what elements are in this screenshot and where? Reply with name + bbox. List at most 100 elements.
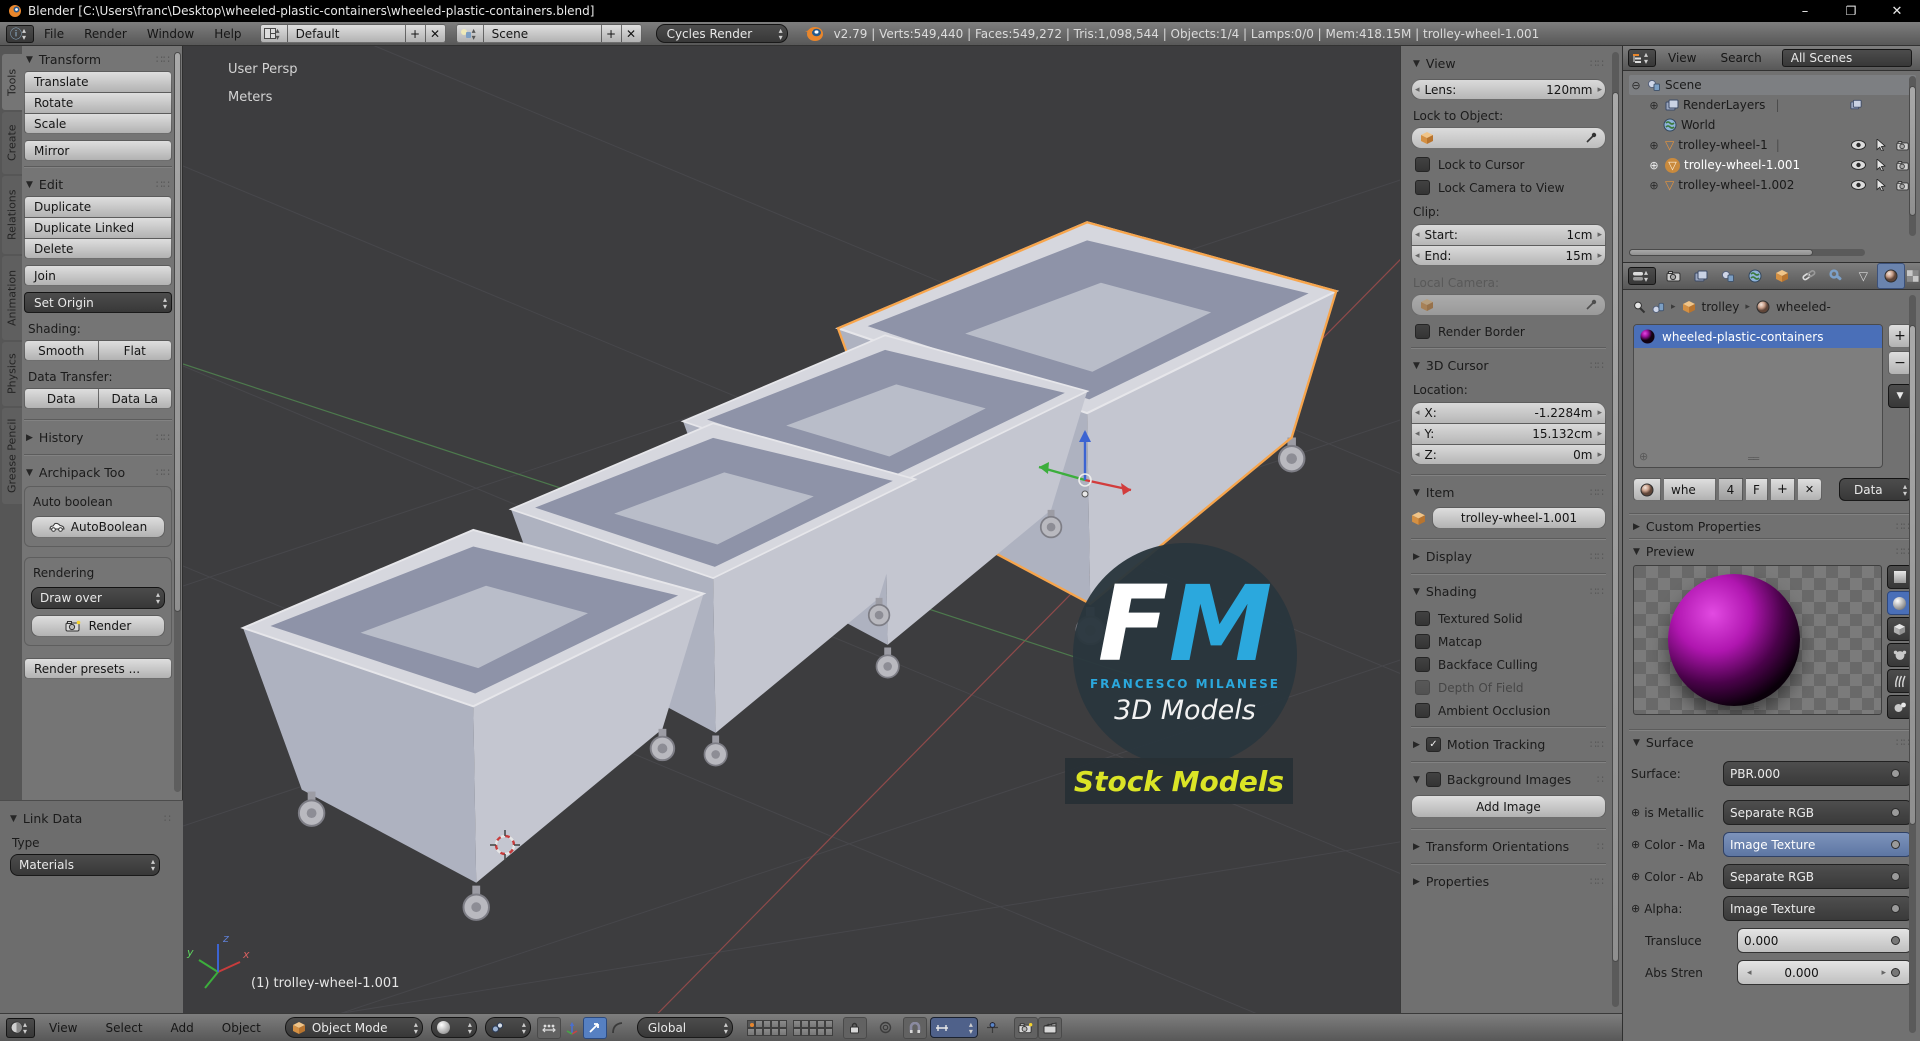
background-images-checkbox[interactable] (1425, 772, 1441, 787)
color-ab-input-dropdown[interactable]: Separate RGB (1723, 864, 1912, 889)
layer-cell[interactable] (800, 1019, 809, 1028)
layer-cell[interactable] (762, 1019, 771, 1028)
tab-material-active[interactable] (1877, 263, 1906, 289)
panel-grip[interactable]: ∷∷ (156, 178, 170, 191)
tab-relations[interactable]: Relations (2, 176, 22, 254)
unlink-material-button[interactable]: ✕ (1798, 478, 1822, 501)
outliner-vscrollbar[interactable] (1909, 76, 1916, 236)
panel-header-motion-tracking[interactable]: ▶ ✓ Motion Tracking ∷∷ (1411, 733, 1606, 756)
material-slot-selected[interactable]: wheeled-plastic-containers (1634, 325, 1882, 348)
panel-header-transform-orientations[interactable]: ▶ Transform Orientations ∷ (1411, 835, 1606, 858)
renderability-camera-icon[interactable] (1896, 160, 1910, 171)
outliner-hscrollbar[interactable] (1629, 249, 1865, 256)
metallic-input-dropdown[interactable]: Separate RGB (1723, 800, 1912, 825)
manipulator-center-toggle[interactable] (536, 1016, 561, 1039)
layer-cell[interactable] (800, 1027, 809, 1036)
visibility-eye-icon[interactable] (1851, 140, 1866, 150)
screen-layout-icon-button[interactable]: ▴ ▾ (259, 24, 288, 43)
tab-create[interactable]: Create (2, 112, 22, 174)
panel-header-view[interactable]: ▼ View ∷∷ (1411, 52, 1606, 75)
lock-to-scene-button[interactable] (842, 1016, 867, 1039)
delete-scene-button[interactable]: ✕ (621, 24, 642, 43)
panel-grip[interactable]: ∷∷ (1896, 736, 1910, 749)
proportional-edit-dropdown[interactable] (875, 1018, 897, 1038)
material-name-field[interactable]: whe (1664, 478, 1716, 501)
preview-resize-grip[interactable]: ══ (1748, 703, 1759, 714)
manipulator-move-button-active[interactable] (582, 1016, 607, 1039)
editor-type-properties-button[interactable]: ▴ ▾ (1628, 267, 1657, 285)
datablock-mode-dropdown[interactable]: Data ▴ ▾ (1839, 478, 1912, 501)
viewport-menu-object[interactable]: Object (208, 1021, 275, 1035)
snap-toggle-button[interactable] (902, 1016, 927, 1039)
motion-tracking-checkbox[interactable]: ✓ (1425, 737, 1441, 752)
panel-header-archipack[interactable]: ▼ Archipack Too ∷∷ (24, 461, 172, 484)
layer-cell[interactable] (824, 1019, 833, 1028)
cursor-z-slider[interactable]: ◂ Z: 0m ▸ (1411, 444, 1606, 465)
manipulator-rotate-button[interactable] (607, 1018, 629, 1038)
material-users-button[interactable]: 4 (1719, 478, 1743, 501)
backface-culling-checkbox[interactable] (1415, 657, 1430, 672)
expand-icon[interactable]: ⊕ (1647, 179, 1661, 192)
translate-button[interactable]: Translate (24, 71, 172, 92)
panel-grip[interactable]: ∷∷ (1590, 486, 1604, 499)
color-ma-input-dropdown[interactable]: Image Texture (1723, 832, 1912, 857)
panel-grip[interactable]: ∷∷ (156, 466, 170, 479)
mirror-button[interactable]: Mirror (24, 140, 172, 161)
renderability-camera-icon[interactable] (1896, 180, 1910, 191)
panel-grip[interactable]: ∷∷ (1590, 738, 1604, 751)
editor-type-info-button[interactable]: ⓘ ▴ ▾ (6, 24, 35, 43)
panel-header-link-data[interactable]: ▼ Link Data ∷ (10, 807, 173, 830)
delete-layout-button[interactable]: ✕ (425, 24, 446, 43)
layer-cell[interactable] (816, 1019, 825, 1028)
minimize-button[interactable]: – (1782, 4, 1828, 19)
tab-physics[interactable]: Physics (2, 342, 22, 406)
editor-type-3dview-button[interactable]: ▴ ▾ (6, 1017, 36, 1038)
join-button[interactable]: Join (24, 265, 172, 286)
outliner-display-mode-dropdown[interactable]: All Scenes (1781, 49, 1912, 67)
tab-grease-pencil[interactable]: Grease Pencil (2, 408, 22, 504)
layer-cell[interactable] (824, 1027, 833, 1036)
layer-cell[interactable] (754, 1019, 763, 1028)
tab-constraints[interactable] (1796, 264, 1822, 288)
breadcrumb-material[interactable]: wheeled- (1776, 300, 1831, 314)
renderability-camera-icon[interactable] (1896, 140, 1910, 151)
snap-target-button[interactable] (982, 1018, 1004, 1038)
lock-to-cursor-checkbox[interactable] (1415, 157, 1430, 172)
collapse-icon[interactable]: ⊖ (1629, 79, 1643, 92)
orientation-dropdown[interactable]: Global ▴ ▾ (636, 1017, 733, 1038)
menu-file[interactable]: File (34, 27, 74, 41)
outliner-row-scene[interactable]: ⊖ Scene (1629, 75, 1916, 95)
n-panel-scrollbar[interactable] (1612, 52, 1619, 1007)
snap-element-dropdown[interactable]: ▴ ▾ (929, 1017, 978, 1038)
panel-grip[interactable]: ∷∷ (1590, 550, 1604, 563)
list-resize-grip[interactable]: ══ (1748, 454, 1759, 465)
surface-shader-dropdown[interactable]: PBR.000 (1723, 761, 1912, 786)
render-border-checkbox[interactable] (1415, 324, 1430, 339)
layer-cell[interactable] (746, 1019, 755, 1028)
delete-button[interactable]: Delete (24, 238, 172, 259)
properties-scrollbar[interactable] (1909, 295, 1916, 1033)
panel-grip[interactable]: ∷∷ (1590, 57, 1604, 70)
cursor-x-slider[interactable]: ◂ X: -1.2284m ▸ (1411, 402, 1606, 423)
set-origin-dropdown[interactable]: Set Origin ▴ ▾ (24, 292, 172, 313)
viewport-menu-select[interactable]: Select (92, 1021, 157, 1035)
scene-selector[interactable]: Scene (483, 24, 602, 43)
manipulator-translate-button[interactable] (561, 1018, 583, 1038)
tab-render[interactable] (1661, 264, 1687, 288)
panel-header-shading[interactable]: ▼ Shading ∷∷ (1411, 580, 1606, 603)
panel-header-surface[interactable]: ▼ Surface ∷∷ (1631, 731, 1912, 754)
outliner-row-object-1[interactable]: ⊕ ▽ trolley-wheel-1 | (1629, 135, 1916, 155)
tab-animation[interactable]: Animation (2, 256, 22, 340)
viewport-menu-view[interactable]: View (35, 1021, 91, 1035)
scale-button[interactable]: Scale (24, 113, 172, 134)
lens-slider[interactable]: ◂ Lens: 120mm ▸ (1411, 79, 1606, 100)
panel-grip[interactable]: ∷∷ (1590, 359, 1604, 372)
link-type-dropdown[interactable]: Materials ▴ ▾ (10, 854, 160, 876)
clip-start-slider[interactable]: ◂ Start: 1cm ▸ (1411, 224, 1606, 245)
textured-solid-checkbox[interactable] (1415, 611, 1430, 626)
visibility-eye-icon[interactable] (1851, 180, 1866, 190)
pin-icon[interactable] (1633, 301, 1646, 314)
panel-grip[interactable]: ∷ (1597, 840, 1604, 853)
tool-shelf-scrollbar[interactable] (174, 52, 181, 792)
panel-header-3d-cursor[interactable]: ▼ 3D Cursor ∷∷ (1411, 354, 1606, 377)
